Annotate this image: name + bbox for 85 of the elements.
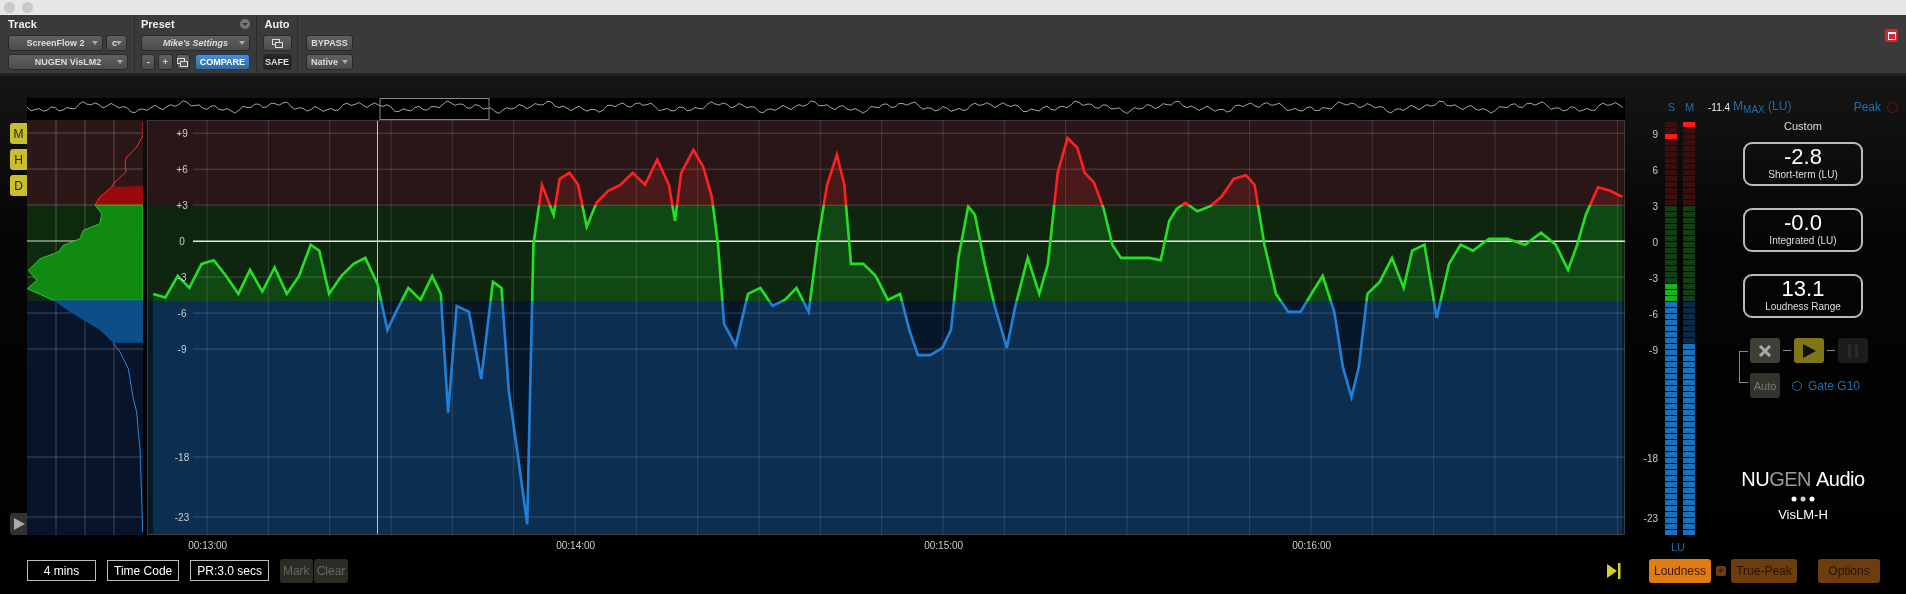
axis-label: +6 [176, 163, 188, 175]
option-button[interactable]: PR:3.0 secs [190, 560, 269, 581]
compare-button[interactable]: COMPARE [194, 54, 250, 70]
previous-preset-button[interactable]: - [141, 54, 156, 70]
scale-label: -6 [1649, 308, 1658, 320]
next-preset-button[interactable]: + [158, 54, 173, 70]
connector-line [1783, 350, 1791, 351]
section-label: Auto [264, 18, 290, 30]
gate-toggle[interactable]: Gate G10 [1792, 378, 1861, 393]
time-label: 00:13:00 [188, 540, 228, 551]
play-icon [1802, 343, 1816, 358]
window-button[interactable] [262, 35, 292, 51]
x-icon [1758, 343, 1772, 358]
axis-label: -18 [174, 451, 190, 463]
brand-logo-text: NU [1741, 468, 1770, 491]
join-label: + [1716, 565, 1726, 576]
play-button[interactable] [10, 513, 27, 535]
channel-dropdown[interactable]: c [106, 35, 127, 51]
axis-label: -23 [174, 511, 190, 523]
scale-label: -23 [1643, 512, 1658, 524]
caret-icon [239, 41, 245, 45]
readout-label: Loudness Range [1765, 301, 1841, 312]
scale-label: 0 [1652, 236, 1658, 248]
peak-toggle[interactable]: Peak [1853, 100, 1898, 114]
close-button[interactable] [1885, 29, 1898, 42]
readout-value: 13.1 [1781, 277, 1825, 301]
unit-label: LU [1669, 541, 1687, 553]
product-name: VisLM-H [1778, 507, 1828, 522]
scale-label: -3 [1649, 272, 1658, 284]
dots-icon [1791, 496, 1815, 502]
section-label: Track [8, 18, 37, 30]
connector-line [1827, 350, 1835, 351]
plugin-dropdown[interactable]: NUGEN VisLM2 [8, 54, 128, 70]
axis-label: -6 [177, 307, 187, 319]
view-toggle-button[interactable]: D [10, 175, 27, 196]
windows-icon [177, 57, 189, 67]
preset-name: Custom [1784, 120, 1822, 132]
overview-waveform[interactable] [27, 98, 1625, 120]
caret-icon [342, 60, 348, 64]
scale-label: 6 [1652, 164, 1658, 176]
skip-to-end-icon[interactable] [1607, 562, 1621, 579]
readout-label: Integrated (LU) [1769, 235, 1837, 246]
scale-label: 3 [1652, 200, 1658, 212]
axis-label: -9 [177, 343, 187, 355]
time-label: 00:16:00 [1292, 540, 1332, 551]
view-toggle-button[interactable]: H [10, 149, 27, 170]
max-value: -11.4 [1708, 101, 1731, 113]
readout-label: Short-term (LU) [1768, 169, 1838, 180]
mode-dropdown[interactable]: Native [306, 54, 353, 70]
axis-label: 0 [179, 235, 185, 247]
option-button[interactable]: 4 mins [27, 560, 96, 581]
square-icon [1887, 31, 1896, 40]
max-label: M$_{MAX}$ (LU) [1733, 98, 1792, 116]
play-button[interactable] [1794, 338, 1824, 363]
view-toggle-button[interactable]: M [10, 123, 27, 144]
caret-icon [92, 41, 98, 45]
safe-button[interactable]: SAFE [262, 54, 292, 70]
scale-label: -9 [1649, 344, 1658, 356]
caret-icon [117, 60, 123, 64]
window-button[interactable] [175, 54, 190, 70]
scale-label: 9 [1652, 128, 1658, 140]
play-icon [12, 518, 25, 530]
brand-logo-text: Audio [1816, 468, 1865, 491]
axis-label: +3 [176, 199, 188, 211]
meter-label: S [1667, 101, 1676, 113]
menu-icon[interactable] [240, 19, 250, 29]
track-dropdown[interactable]: ScreenFlow 2 [8, 35, 103, 51]
brand-logo-text: GEN [1769, 468, 1812, 491]
readout-value: -0.0 [1784, 211, 1822, 235]
time-label: 00:15:00 [924, 540, 964, 551]
caret-icon [116, 41, 122, 45]
view-range-handle[interactable] [379, 98, 490, 120]
scale-label: -18 [1643, 452, 1658, 464]
section-label: Preset [141, 18, 175, 30]
windows-icon [271, 38, 283, 48]
preset-dropdown[interactable]: Mike's Settings [141, 35, 250, 51]
view-tab[interactable]: Loudness [1649, 558, 1711, 583]
stop-button[interactable] [1750, 338, 1780, 363]
option-button[interactable]: Time Code [107, 560, 180, 581]
axis-label: +9 [176, 127, 188, 139]
readout-value: -2.8 [1784, 145, 1822, 169]
bracket-line [1739, 351, 1748, 383]
bypass-button[interactable]: BYPASS [306, 35, 353, 51]
time-label: 00:14:00 [556, 540, 596, 551]
meter-label: M [1685, 101, 1694, 113]
